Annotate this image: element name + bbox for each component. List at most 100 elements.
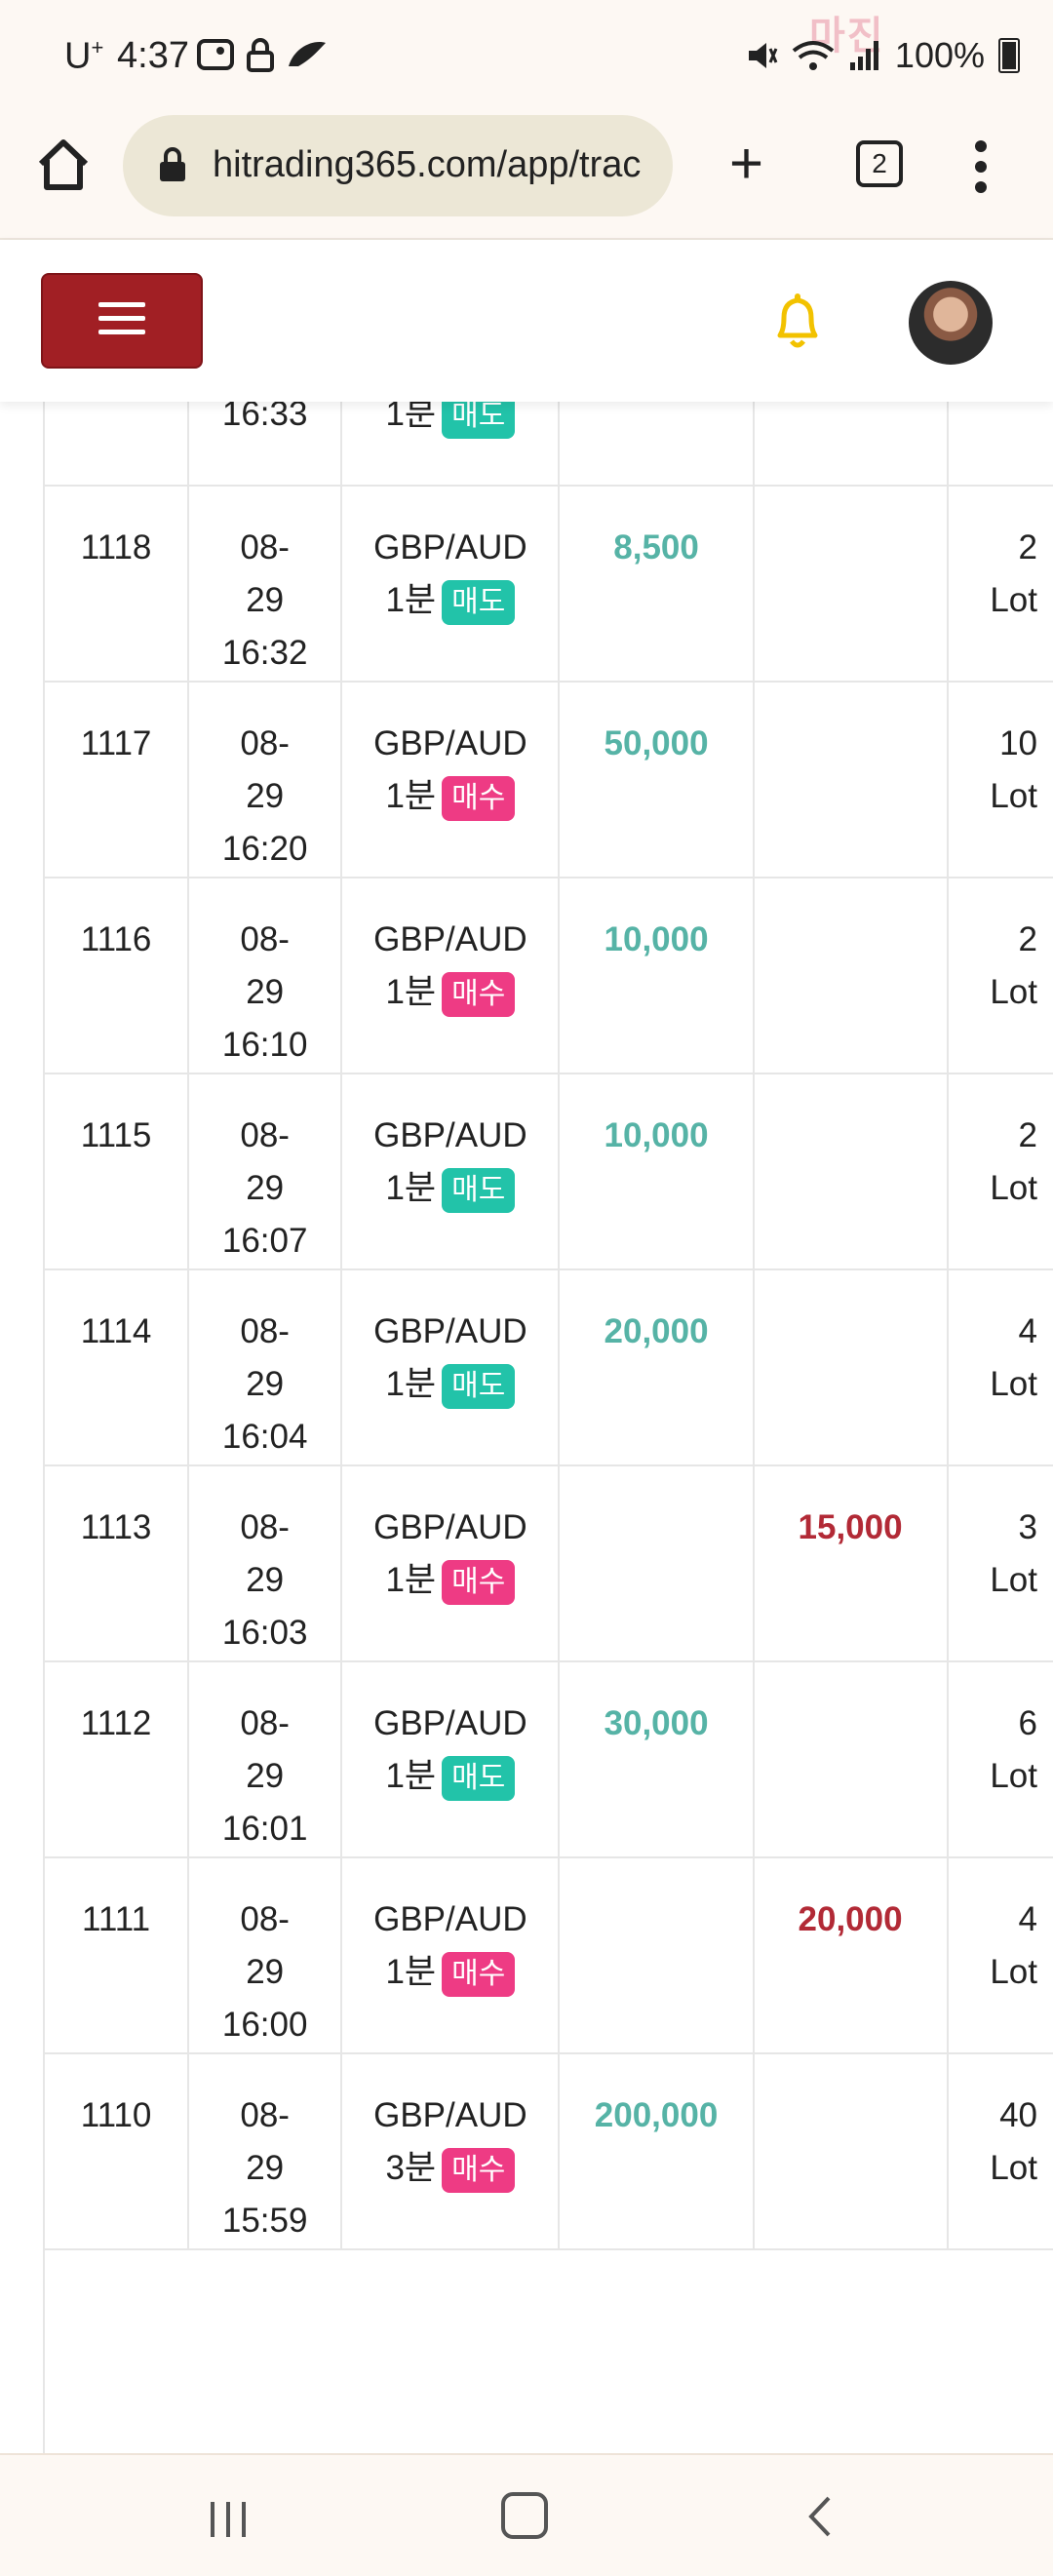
table-row[interactable]: 111108-2916:00GBP/AUD1분매수20,0004Lot bbox=[45, 1857, 1053, 2053]
table-row[interactable]: 111708-2916:20GBP/AUD1분매수50,00010Lot bbox=[45, 682, 1053, 878]
trade-id: 1111 bbox=[45, 1857, 188, 2053]
date-day: 29 bbox=[246, 973, 284, 1011]
date-day: 29 bbox=[246, 2149, 284, 2187]
trade-period: 1분 bbox=[385, 777, 436, 815]
profit-amount: 200,000 bbox=[559, 2053, 753, 2249]
side-badge: 매도 bbox=[442, 402, 515, 439]
trade-datetime: 08-2916:20 bbox=[188, 682, 341, 878]
table-row[interactable]: 111208-2916:01GBP/AUD1분매도30,0006Lot bbox=[45, 1661, 1053, 1857]
profit-amount: 50,000 bbox=[559, 682, 753, 878]
trade-time: 16:33 bbox=[222, 402, 308, 433]
table-row[interactable]: 2916:331분매도Lot bbox=[45, 402, 1053, 486]
trade-instrument: 1분매도 bbox=[341, 402, 559, 486]
currency-pair: GBP/AUD bbox=[373, 724, 527, 762]
notification-bell-icon[interactable] bbox=[770, 291, 825, 353]
trade-instrument: GBP/AUD1분매도 bbox=[341, 1661, 559, 1857]
lot-size: 6 bbox=[1019, 1704, 1037, 1742]
table-row[interactable]: 111408-2916:04GBP/AUD1분매도20,0004Lot bbox=[45, 1269, 1053, 1465]
battery-percent: 100% bbox=[895, 35, 985, 76]
url-bar[interactable]: hitrading365.com/app/trac bbox=[123, 115, 673, 216]
gallery-notification-icon bbox=[197, 37, 236, 72]
profit-amount: 10,000 bbox=[559, 878, 753, 1073]
trade-datetime: 08-2916:10 bbox=[188, 878, 341, 1073]
trade-datetime: 08-2916:00 bbox=[188, 1857, 341, 2053]
carrier-sup: + bbox=[91, 35, 103, 59]
trade-period: 1분 bbox=[385, 1365, 436, 1403]
home-nav-icon[interactable] bbox=[501, 2492, 548, 2539]
trade-instrument: GBP/AUD1분매수 bbox=[341, 878, 559, 1073]
trade-id: 1117 bbox=[45, 682, 188, 878]
lot-size: 2 bbox=[1019, 1116, 1037, 1154]
trade-time: 15:59 bbox=[222, 2202, 308, 2240]
trade-id: 1112 bbox=[45, 1661, 188, 1857]
lot-size: 2 bbox=[1019, 920, 1037, 958]
loss-amount bbox=[754, 1073, 948, 1269]
trade-datetime: 08-2916:04 bbox=[188, 1269, 341, 1465]
tab-switcher-button[interactable]: 2 bbox=[856, 140, 903, 187]
table-row[interactable]: 111608-2916:10GBP/AUD1분매수10,0002Lot bbox=[45, 878, 1053, 1073]
trade-lot: 6 Lot bbox=[948, 1661, 1053, 1857]
profit-amount: 10,000 bbox=[559, 1073, 753, 1269]
lot-unit: Lot bbox=[990, 2149, 1037, 2187]
trade-period: 1분 bbox=[385, 1953, 436, 1991]
lock-notification-icon bbox=[246, 37, 275, 74]
currency-pair: GBP/AUD bbox=[373, 1312, 527, 1350]
trade-instrument: GBP/AUD1분매도 bbox=[341, 486, 559, 682]
table-row[interactable]: 111508-2916:07GBP/AUD1분매도10,0002Lot bbox=[45, 1073, 1053, 1269]
side-badge: 매도 bbox=[442, 580, 515, 625]
table-row[interactable]: 111308-2916:03GBP/AUD1분매수15,0003Lot bbox=[45, 1465, 1053, 1661]
hamburger-line bbox=[98, 330, 145, 334]
trade-datetime: 08-2916:03 bbox=[188, 1465, 341, 1661]
date-day: 29 bbox=[246, 777, 284, 815]
trade-id: 1116 bbox=[45, 878, 188, 1073]
lot-unit: Lot bbox=[990, 1365, 1037, 1403]
new-tab-icon[interactable]: + bbox=[729, 135, 763, 193]
avatar[interactable] bbox=[909, 281, 993, 365]
trade-lot: 4Lot bbox=[948, 1269, 1053, 1465]
lot-size: 2 bbox=[1019, 528, 1037, 566]
date-part: 08- bbox=[240, 724, 290, 762]
side-badge: 매도 bbox=[442, 1756, 515, 1801]
secure-lock-icon bbox=[158, 146, 187, 183]
recent-apps-icon[interactable] bbox=[207, 2498, 250, 2541]
currency-pair: GBP/AUD bbox=[373, 2096, 527, 2134]
side-badge: 매수 bbox=[442, 1560, 515, 1605]
trade-instrument: GBP/AUD1분매도 bbox=[341, 1073, 559, 1269]
wifi-icon bbox=[792, 39, 835, 72]
date-part: 08- bbox=[240, 1116, 290, 1154]
trade-id bbox=[45, 402, 188, 486]
trade-instrument: GBP/AUD1분매수 bbox=[341, 1857, 559, 2053]
trade-instrument: GBP/AUD3분매수 bbox=[341, 2053, 559, 2249]
table-row[interactable]: 111808-2916:32GBP/AUD1분매도8,5002Lot bbox=[45, 486, 1053, 682]
back-icon[interactable] bbox=[805, 2494, 835, 2539]
profit-amount: 30,000 bbox=[559, 1661, 753, 1857]
status-bar: U+ 4:37 마진 100% bbox=[0, 0, 1053, 115]
trade-time: 16:00 bbox=[222, 2006, 308, 2044]
date-part: 08- bbox=[240, 2096, 290, 2134]
trade-lot: 4Lot bbox=[948, 1857, 1053, 2053]
side-badge: 매수 bbox=[442, 2148, 515, 2193]
trade-id: 1114 bbox=[45, 1269, 188, 1465]
menu-button[interactable] bbox=[41, 273, 203, 369]
carrier-text: U bbox=[64, 36, 91, 77]
trade-time: 16:07 bbox=[222, 1222, 308, 1260]
trade-datetime: 2916:33 bbox=[188, 402, 341, 486]
table-row[interactable]: 111008-2915:59GBP/AUD3분매수200,00040Lot bbox=[45, 2053, 1053, 2249]
trade-id: 1113 bbox=[45, 1465, 188, 1661]
trade-period: 1분 bbox=[385, 973, 436, 1011]
trade-lot: 10Lot bbox=[948, 682, 1053, 878]
mute-icon bbox=[745, 39, 778, 72]
trade-lot: 2Lot bbox=[948, 486, 1053, 682]
lot-unit: Lot bbox=[990, 1757, 1037, 1795]
system-nav-bar bbox=[0, 2453, 1053, 2576]
trade-instrument: GBP/AUD1분매도 bbox=[341, 1269, 559, 1465]
status-time: 4:37 bbox=[117, 35, 189, 77]
currency-pair: GBP/AUD bbox=[373, 1508, 527, 1546]
more-options-icon[interactable] bbox=[971, 137, 991, 197]
trade-period: 1분 bbox=[385, 1169, 436, 1207]
trade-history-table: 2916:331분매도Lot111808-2916:32GBP/AUD1분매도8… bbox=[43, 402, 1053, 2453]
currency-pair: GBP/AUD bbox=[373, 1116, 527, 1154]
status-right: 100% bbox=[745, 35, 1020, 76]
home-icon[interactable] bbox=[33, 135, 94, 195]
trade-datetime: 08-2916:07 bbox=[188, 1073, 341, 1269]
